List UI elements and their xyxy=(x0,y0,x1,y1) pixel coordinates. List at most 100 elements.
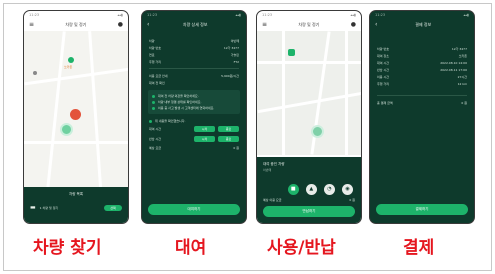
payment-value: 12 km xyxy=(457,81,467,86)
detail-key: 차량 번호 xyxy=(149,45,161,50)
location-pin-icon[interactable] xyxy=(288,49,295,56)
top-bar: ≡ 차량 및 정기 ● xyxy=(24,19,128,31)
payment-row: 이용 시간 27시간 xyxy=(370,73,474,80)
phone-use-return: 11:23 ▴▴▮ ≡ 차량 및 정기 ● 대여 중인 차량 아반떼 ■ ▲ ◔… xyxy=(256,10,362,224)
fee-value: 0 원 xyxy=(349,198,355,202)
payment-value: 쏘카존 xyxy=(458,53,467,58)
status-bar: 11:23 ▴▴▮ xyxy=(142,11,246,19)
pin-label: 쏘카존 xyxy=(64,65,73,69)
fee-value: 5,900원/시간 xyxy=(221,73,239,78)
status-icons: ▴▴▮ xyxy=(350,13,356,17)
current-location-icon[interactable] xyxy=(60,123,73,136)
status-icons: ▴▴▮ xyxy=(235,13,241,17)
total-label: 총 결제 금액 xyxy=(377,100,393,105)
detail-key: 차량 xyxy=(149,38,155,43)
fee-row: 이용 요금 안내 5,900원/시간 xyxy=(142,72,246,79)
lock-icon[interactable]: ▲ xyxy=(305,183,317,195)
sheet-title: 차량 목록 xyxy=(69,192,83,196)
payment-key: 대여 시간 xyxy=(377,60,389,65)
page-title: 차량 상세 정보 xyxy=(182,22,208,27)
checkbox-icon[interactable] xyxy=(149,119,152,123)
select-button[interactable]: 선택 xyxy=(104,204,122,211)
status-time: 11:23 xyxy=(375,13,386,17)
car-list-sheet: 차량 목록 ▬ 1 차량 및 정기 선택 xyxy=(24,187,128,223)
payment-key: 주행 거리 xyxy=(377,81,389,86)
rent-time-label: 대여 시간 xyxy=(149,127,161,131)
total-value: 0 원 xyxy=(461,100,467,105)
payment-value: 2022.08.11 17:00 xyxy=(440,67,467,72)
payment-row: 대여 장소 쏘카존 xyxy=(370,52,474,59)
return-start-button[interactable]: 시작 xyxy=(194,136,215,142)
fee-row: 예상 이용 요금 0 원 xyxy=(257,197,361,204)
car-marker-icon[interactable] xyxy=(70,109,81,120)
detail-key: 연료 xyxy=(149,52,155,57)
control-buttons: ■ ▲ ◔ ◉ xyxy=(257,173,361,195)
check-icon xyxy=(152,100,155,104)
divider xyxy=(149,68,239,69)
phone-payment: 11:23 ▴▴▮ ‹ 결제 정보 차량 번호 12가 3477 대여 장소 쏘카존… xyxy=(369,10,475,224)
payment-row: 주행 거리 12 km xyxy=(370,80,474,87)
back-icon[interactable]: ‹ xyxy=(375,22,377,28)
car-icon[interactable]: ■ xyxy=(287,183,299,195)
rent-time-row: 대여 시간 시작 종료 xyxy=(142,124,246,134)
sheet-title: 대여 중인 차량 xyxy=(263,162,285,166)
check-icon xyxy=(152,94,155,98)
detail-value: 12가 3477 xyxy=(223,45,239,50)
payment-row: 반납 시간 2022.08.11 17:00 xyxy=(370,66,474,73)
pay-button[interactable]: 결제하기 xyxy=(376,204,468,215)
return-time-row: 반납 시간 시작 종료 xyxy=(142,134,246,144)
rent-end-button[interactable]: 종료 xyxy=(218,126,239,132)
rent-button[interactable]: 대여하기 xyxy=(148,204,240,215)
map-view[interactable]: 쏘카존 xyxy=(24,31,128,199)
payment-value: 2022.08.10 14:00 xyxy=(440,60,467,65)
payment-row: 대여 시간 2022.08.10 14:00 xyxy=(370,59,474,66)
detail-row: 주행 거리 FT2 xyxy=(142,58,246,65)
page-title: 결제 정보 xyxy=(415,22,432,27)
payment-key: 차량 번호 xyxy=(377,46,389,51)
status-icons: ▴▴▮ xyxy=(117,13,123,17)
status-time: 11:23 xyxy=(29,13,40,17)
phone-car-search: 11:23 ▴▴▮ ≡ 차량 및 정기 ● 쏘카존 차량 목록 ▬ 1 차량 및… xyxy=(23,10,129,224)
info-icon[interactable]: ● xyxy=(118,22,123,28)
payment-key: 이용 시간 xyxy=(377,74,389,79)
detail-value: 아반떼 xyxy=(230,38,239,43)
detail-row: 연료 가솔린 xyxy=(142,51,246,58)
detail-value: FT2 xyxy=(233,59,239,64)
menu-icon[interactable]: ≡ xyxy=(29,22,34,28)
payment-value: 27시간 xyxy=(457,74,467,79)
horn-icon[interactable]: ◉ xyxy=(342,183,353,195)
return-button[interactable]: 반납하기 xyxy=(263,206,355,217)
detail-row: 차량 아반떼 xyxy=(142,37,246,44)
return-end-button[interactable]: 종료 xyxy=(218,136,239,142)
rent-start-button[interactable]: 시작 xyxy=(194,126,215,132)
caption-payment: 결제 xyxy=(403,238,435,258)
notice-text: 대여 전 차량 외관을 확인하세요. xyxy=(158,94,199,98)
detail-key: 주행 거리 xyxy=(149,59,161,64)
unlock-icon[interactable]: ◔ xyxy=(323,183,335,195)
status-bar: 11:23 ▴▴▮ xyxy=(24,11,128,19)
top-bar: ‹ 결제 정보 xyxy=(370,19,474,31)
page-title: 차량 및 정기 xyxy=(298,22,320,27)
notice-title-text: 대여 전 확인 xyxy=(149,80,165,85)
rental-sheet: 대여 중인 차량 아반떼 ■ ▲ ◔ ◉ 예상 이용 요금 0 원 반납하기 xyxy=(257,157,361,223)
phone-rental: 11:23 ▴▴▮ ‹ 차량 상세 정보 차량 아반떼 차량 번호 12가 3477… xyxy=(141,10,247,224)
info-icon[interactable]: ● xyxy=(351,22,356,28)
status-bar: 11:23 ▴▴▮ xyxy=(370,11,474,19)
route-marker-icon xyxy=(311,125,324,138)
top-bar: ≡ 차량 및 정기 ● xyxy=(257,19,361,31)
location-pin-icon[interactable] xyxy=(68,57,74,63)
car-row[interactable]: ▬ 1 차량 및 정기 선택 xyxy=(24,204,128,211)
fee-label: 예상 이용 요금 xyxy=(263,198,282,202)
status-bar: 11:23 ▴▴▮ xyxy=(257,11,361,19)
detail-row: 차량 번호 12가 3477 xyxy=(142,44,246,51)
caption-rent: 대여 xyxy=(175,238,207,258)
gps-icon[interactable] xyxy=(33,71,37,75)
notice-card: 대여 전 차량 외관을 확인하세요. 차량 내부 청결 상태를 확인하세요. 이… xyxy=(148,90,240,114)
payment-key: 대여 장소 xyxy=(377,53,389,58)
divider xyxy=(377,95,467,96)
menu-icon[interactable]: ≡ xyxy=(262,22,267,28)
back-icon[interactable]: ‹ xyxy=(147,22,149,28)
map-view[interactable] xyxy=(257,31,361,155)
total-value: 0 원 xyxy=(233,145,239,150)
notice-title: 대여 전 확인 xyxy=(142,79,246,86)
